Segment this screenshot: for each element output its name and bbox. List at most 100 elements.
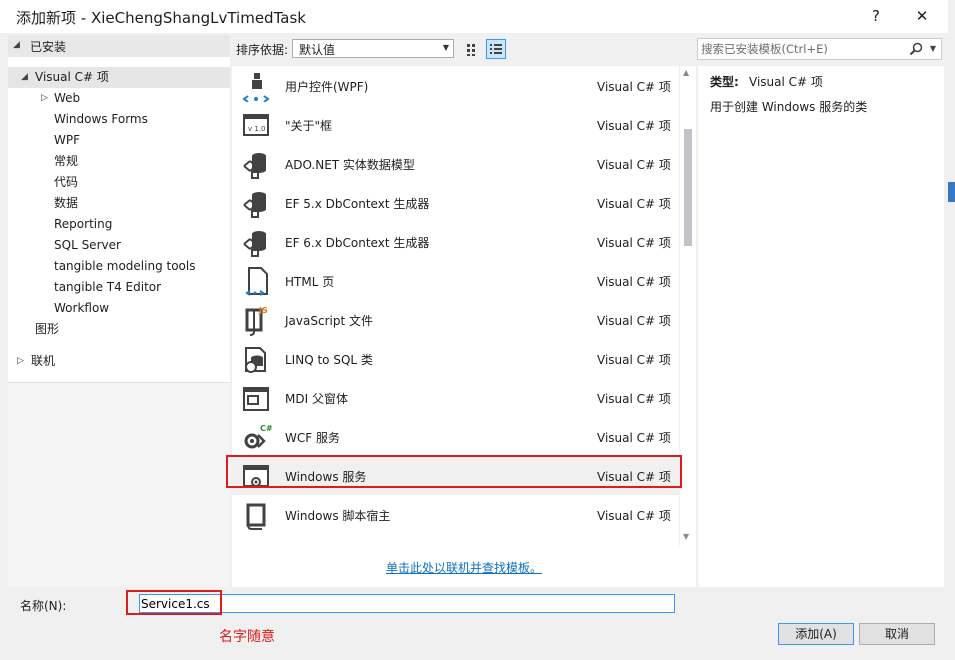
mdi-form-icon	[243, 387, 269, 411]
svg-text:JS: JS	[258, 306, 268, 315]
script-host-icon	[246, 503, 266, 530]
list-view-icon	[490, 44, 502, 54]
tree-item-label: Reporting	[54, 217, 113, 231]
template-type: Visual C# 项	[597, 314, 671, 328]
tree-item-windows-forms[interactable]: Windows Forms	[8, 109, 230, 130]
template-list-item[interactable]: MDI 父窗体 Visual C# 项	[232, 378, 679, 417]
tree-item-wpf[interactable]: WPF	[8, 130, 230, 151]
template-name: "关于"框	[285, 119, 333, 133]
template-name: 用户控件(WPF)	[285, 80, 369, 94]
template-search-box[interactable]: ▼	[697, 38, 942, 60]
list-view-button[interactable]	[486, 39, 506, 59]
sort-by-select[interactable]: 默认值 ▼	[292, 39, 454, 58]
svg-text:C#: C#	[260, 424, 272, 433]
tree-item-code[interactable]: 代码	[8, 172, 230, 193]
template-list-item[interactable]: Windows 脚本宿主 Visual C# 项	[232, 495, 679, 534]
template-type: Visual C# 项	[597, 275, 671, 289]
tree-item-online[interactable]: ▷ 联机	[8, 351, 230, 372]
template-name: Windows 脚本宿主	[285, 509, 391, 523]
tree-installed-label: 已安装	[30, 40, 67, 54]
add-button[interactable]: 添加(A)	[778, 623, 854, 645]
template-list-item[interactable]: HTML 页 Visual C# 项	[232, 261, 679, 300]
tree-item-label: 数据	[54, 196, 79, 210]
template-name: ADO.NET 实体数据模型	[285, 158, 415, 172]
template-name: EF 6.x DbContext 生成器	[285, 236, 430, 250]
tree-item-label: WPF	[54, 133, 81, 147]
tree-item-graphics[interactable]: 图形	[8, 319, 230, 340]
template-list-item[interactable]: C# WCF 服务 Visual C# 项	[232, 417, 679, 456]
tree-item-label: 图形	[35, 322, 60, 336]
tree-item-label: Windows Forms	[54, 112, 148, 126]
template-details-pane: 类型: Visual C# 项 用于创建 Windows 服务的类	[698, 66, 944, 587]
title-bar: 添加新项 - XieChengShangLvTimedTask ? ✕	[0, 0, 948, 33]
template-list-item[interactable]: v 1.0 "关于"框 Visual C# 项	[232, 105, 679, 144]
template-list-item[interactable]: 用户控件(WPF) Visual C# 项	[232, 66, 679, 105]
javascript-file-icon: JS	[245, 306, 268, 336]
template-type: Visual C# 项	[597, 431, 671, 445]
svg-text:v 1.0: v 1.0	[248, 125, 266, 133]
template-name: JavaScript 文件	[285, 314, 373, 328]
online-link-area: 单击此处以联机并查找模板。	[232, 546, 696, 587]
template-list-scrollbar[interactable]: ▲ ▼	[680, 66, 696, 546]
expanded-arrow-icon[interactable]: ◢	[13, 40, 20, 50]
help-button[interactable]: ?	[864, 5, 888, 27]
data-model-icon	[243, 231, 266, 257]
dialog-title: 添加新项 - XieChengShangLvTimedTask	[16, 9, 306, 27]
wcf-service-icon: C#	[244, 424, 272, 449]
template-name: HTML 页	[285, 275, 335, 289]
installed-header[interactable]: ◢ 已安装	[8, 35, 230, 57]
template-description: 用于创建 Windows 服务的类	[710, 100, 868, 114]
tree-item-label: Visual C# 项	[35, 70, 109, 84]
template-list-item[interactable]: LINQ to SQL 类 Visual C# 项	[232, 339, 679, 378]
sort-by-label: 排序依据:	[236, 43, 289, 57]
scroll-down-icon[interactable]: ▼	[683, 532, 689, 541]
template-name: MDI 父窗体	[285, 392, 348, 406]
template-type: Visual C# 项	[597, 392, 671, 406]
tree-item-label: SQL Server	[54, 238, 121, 252]
collapsed-arrow-icon[interactable]: ▷	[17, 351, 24, 372]
scrollbar-thumb[interactable]	[684, 129, 692, 246]
tree-item-tangible-t4[interactable]: tangible T4 Editor	[8, 277, 230, 298]
template-name: EF 5.x DbContext 生成器	[285, 197, 430, 211]
tree-item-workflow[interactable]: Workflow	[8, 298, 230, 319]
template-type: Visual C# 项	[597, 353, 671, 367]
template-type: Visual C# 项	[597, 197, 671, 211]
tree-item-tangible-modeling[interactable]: tangible modeling tools	[8, 256, 230, 277]
annotation-highlight-box	[126, 590, 222, 615]
template-name: WCF 服务	[285, 431, 340, 445]
search-icon[interactable]	[909, 42, 923, 56]
find-templates-online-link[interactable]: 单击此处以联机并查找模板。	[386, 559, 542, 576]
tree-item-data[interactable]: 数据	[8, 193, 230, 214]
add-new-item-dialog: 添加新项 - XieChengShangLvTimedTask ? ✕ ◢ 已安…	[0, 0, 948, 660]
tree-item-web[interactable]: ▷ Web	[8, 88, 230, 109]
collapsed-arrow-icon[interactable]: ▷	[41, 88, 48, 109]
grid-view-icon	[467, 44, 475, 56]
template-list-item[interactable]: EF 6.x DbContext 生成器 Visual C# 项	[232, 222, 679, 261]
close-button[interactable]: ✕	[910, 5, 934, 27]
background-panel-strip	[948, 0, 955, 660]
expanded-arrow-icon[interactable]: ◢	[21, 67, 28, 88]
tree-divider	[8, 382, 230, 383]
small-icons-view-button[interactable]	[462, 39, 482, 59]
template-type: Visual C# 项	[597, 158, 671, 172]
template-name: LINQ to SQL 类	[285, 353, 373, 367]
search-input[interactable]	[701, 41, 901, 57]
chevron-down-icon[interactable]: ▼	[930, 44, 936, 53]
tree-item-label: tangible T4 Editor	[54, 280, 162, 294]
annotation-highlight-box	[226, 455, 682, 488]
tree-item-reporting[interactable]: Reporting	[8, 214, 230, 235]
template-type: Visual C# 项	[597, 119, 671, 133]
template-list-item[interactable]: EF 5.x DbContext 生成器 Visual C# 项	[232, 183, 679, 222]
tree-item-sql-server[interactable]: SQL Server	[8, 235, 230, 256]
tree-item-visual-csharp[interactable]: ◢ Visual C# 项	[8, 67, 230, 88]
cancel-button[interactable]: 取消	[859, 623, 935, 645]
template-list-item[interactable]: ADO.NET 实体数据模型 Visual C# 项	[232, 144, 679, 183]
annotation-note: 名字随意	[219, 629, 275, 645]
about-box-icon: v 1.0	[243, 114, 269, 136]
scroll-up-icon[interactable]: ▲	[683, 68, 689, 77]
template-list-item[interactable]: JS JavaScript 文件 Visual C# 项	[232, 300, 679, 339]
tree-item-label: 联机	[31, 354, 56, 368]
tree-item-general[interactable]: 常规	[8, 151, 230, 172]
template-category-tree: ◢ 已安装 ◢ Visual C# 项 ▷ Web Windows Forms …	[8, 35, 230, 587]
tree-item-label: 代码	[54, 175, 79, 189]
